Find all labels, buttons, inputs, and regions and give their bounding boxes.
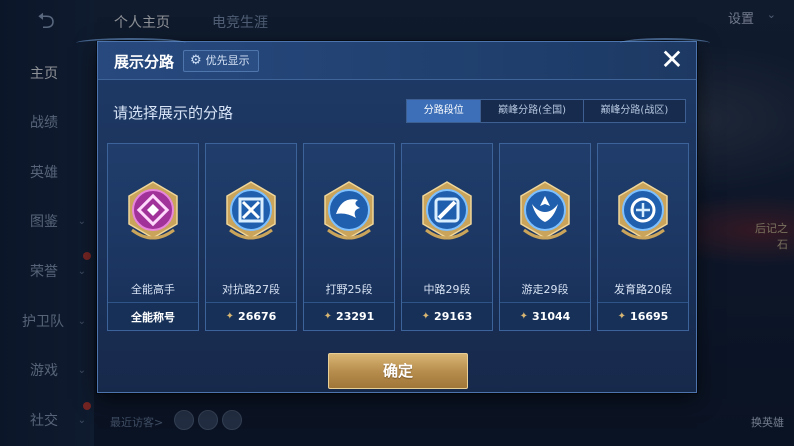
farm-lane-badge-icon <box>612 180 674 250</box>
lane-card-clash[interactable]: 对抗路27段 ✦ 26676 <box>205 143 297 331</box>
score-icon: ✦ <box>519 311 529 322</box>
tab-peak-region[interactable]: 巅峰分路(战区) <box>584 100 685 122</box>
score-icon: ✦ <box>617 311 627 322</box>
lane-card-jungle[interactable]: 打野25段 ✦ 23291 <box>303 143 395 331</box>
card-footer: ✦ 16695 <box>598 302 688 330</box>
dialog-header: 展示分路 ⚙ 优先显示 ✕ <box>76 38 710 80</box>
score-icon: ✦ <box>323 311 333 322</box>
card-score: 16695 <box>630 310 669 323</box>
card-label: 对抗路27段 <box>222 283 280 296</box>
mid-lane-badge-icon <box>416 180 478 250</box>
tab-peak-national[interactable]: 巅峰分路(全国) <box>481 100 584 122</box>
card-label: 发育路20段 <box>614 283 672 296</box>
card-footer: ✦ 29163 <box>402 302 492 330</box>
card-label: 中路29段 <box>423 283 471 296</box>
dialog-title: 展示分路 <box>114 53 175 71</box>
confirm-button[interactable]: 确定 <box>328 353 468 389</box>
lane-card-roam[interactable]: 游走29段 ✦ 31044 <box>499 143 591 331</box>
card-footer: ✦ 26676 <box>206 302 296 330</box>
card-footer: 全能称号 <box>108 302 198 330</box>
all-round-badge-icon <box>122 180 184 250</box>
card-label: 游走29段 <box>521 283 569 296</box>
score-icon: ✦ <box>225 311 235 322</box>
priority-display-label: 优先显示 <box>205 54 250 67</box>
gear-icon: ⚙ <box>190 53 202 68</box>
lane-card-mid[interactable]: 中路29段 ✦ 29163 <box>401 143 493 331</box>
card-label: 全能高手 <box>131 283 175 296</box>
select-prompt: 请选择展示的分路 <box>113 104 234 122</box>
clash-lane-badge-icon <box>220 180 282 250</box>
card-footer-label: 全能称号 <box>131 310 175 324</box>
lane-card-all-round[interactable]: 全能高手 全能称号 <box>107 143 199 331</box>
priority-display-button[interactable]: ⚙ 优先显示 <box>183 50 259 72</box>
lane-display-dialog: 展示分路 ⚙ 优先显示 ✕ 请选择展示的分路 分路段位 巅峰分路(全国) 巅峰分… <box>76 38 710 393</box>
score-icon: ✦ <box>421 311 431 322</box>
card-footer: ✦ 23291 <box>304 302 394 330</box>
close-icon[interactable]: ✕ <box>657 46 687 76</box>
lane-card-farm[interactable]: 发育路20段 ✦ 16695 <box>597 143 689 331</box>
lane-cards: 全能高手 全能称号 对抗路27段 ✦ 26676 打野25段 ✦ 23291 中… <box>107 143 689 331</box>
card-score: 26676 <box>238 310 277 323</box>
roam-badge-icon <box>514 180 576 250</box>
tab-lane-rank[interactable]: 分路段位 <box>407 100 482 122</box>
card-score: 23291 <box>336 310 375 323</box>
jungle-badge-icon <box>318 180 380 250</box>
card-score: 29163 <box>434 310 473 323</box>
card-footer: ✦ 31044 <box>500 302 590 330</box>
card-score: 31044 <box>532 310 571 323</box>
header-ornament <box>76 38 186 48</box>
lane-tabs: 分路段位 巅峰分路(全国) 巅峰分路(战区) <box>406 99 686 123</box>
card-label: 打野25段 <box>325 283 373 296</box>
